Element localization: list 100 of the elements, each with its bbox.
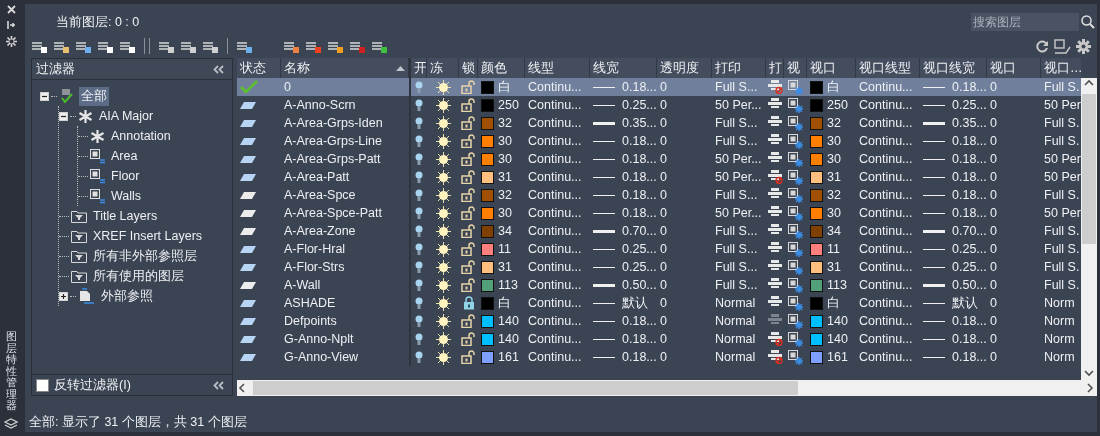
color-swatch[interactable] xyxy=(810,224,823,238)
lightbulb-icon[interactable] xyxy=(415,314,423,328)
layer-row[interactable]: A-Area-Spce 32 Continu... 0.18... 0 Full S... 32 Continu... 0.18... 0 Full S. xyxy=(237,186,1081,204)
filter-tree-item[interactable]: XREF Insert Layers xyxy=(91,228,205,244)
open-lock-icon[interactable] xyxy=(461,188,476,202)
color-swatch[interactable] xyxy=(481,224,494,238)
layer-row[interactable]: G-Anno-Nplt 140 Continu... 0.18... 0 Normal 140 Continu... 0.18... 0 Norm xyxy=(237,330,1081,348)
color-swatch[interactable] xyxy=(810,170,823,184)
open-lock-icon[interactable] xyxy=(461,242,476,256)
open-lock-icon[interactable] xyxy=(461,152,476,166)
viewport-snowflake-icon[interactable] xyxy=(788,151,803,167)
lightbulb-icon[interactable] xyxy=(415,224,423,238)
color-swatch[interactable] xyxy=(810,278,823,292)
horizontal-scrollbar[interactable] xyxy=(237,380,1097,396)
layer-row[interactable]: A-Area-Grps-Patt 30 Continu... 0.18... 0 50 Per... 30 Continu... 0.18... 0 50 Per xyxy=(237,150,1081,168)
viewport-snowflake-icon[interactable] xyxy=(788,133,803,149)
sun-icon[interactable] xyxy=(435,241,451,257)
sun-icon[interactable] xyxy=(435,349,451,365)
open-lock-icon[interactable] xyxy=(461,314,476,328)
filter-tree-item[interactable]: Floor xyxy=(109,168,142,184)
auto-hide-icon[interactable] xyxy=(6,20,16,30)
lightbulb-icon[interactable] xyxy=(415,206,423,220)
expander-icon[interactable] xyxy=(59,291,68,301)
layer-row[interactable]: A-Area-Patt 31 Continu... 0.18... 0 50 Per... 31 Continu... 0.18... 0 50 Per xyxy=(237,168,1081,186)
color-swatch[interactable] xyxy=(481,134,494,148)
color-swatch[interactable] xyxy=(810,116,823,130)
lightbulb-icon[interactable] xyxy=(415,170,423,184)
color-swatch[interactable] xyxy=(481,278,494,292)
color-swatch[interactable] xyxy=(481,98,494,112)
viewport-snowflake-icon[interactable] xyxy=(788,349,803,365)
sun-icon[interactable] xyxy=(435,331,451,347)
open-lock-icon[interactable] xyxy=(461,350,476,364)
collapse-icon[interactable] xyxy=(213,380,224,390)
open-lock-icon[interactable] xyxy=(461,332,476,346)
layer-row[interactable]: Defpoints 140 Continu... 0.18... 0 Normal 140 Continu... 0.18... 0 Norm xyxy=(237,312,1081,330)
no-plot-printer-icon[interactable] xyxy=(767,332,783,346)
filter-tree-item[interactable]: 所有非外部参照层 xyxy=(91,246,199,266)
search-field[interactable]: 搜索图层 xyxy=(971,13,1079,31)
vertical-scrollbar[interactable] xyxy=(1081,78,1097,380)
open-lock-icon[interactable] xyxy=(461,116,476,130)
filter-tree-item[interactable]: AIA Major xyxy=(97,108,156,124)
viewport-snowflake-icon[interactable] xyxy=(788,205,803,221)
color-swatch[interactable] xyxy=(481,188,494,202)
viewport-snowflake-icon[interactable] xyxy=(788,259,803,275)
color-swatch[interactable] xyxy=(810,80,823,94)
color-swatch[interactable] xyxy=(481,116,494,130)
color-swatch[interactable] xyxy=(810,296,823,310)
viewport-snowflake-icon[interactable] xyxy=(788,295,803,311)
display-settings-icon[interactable] xyxy=(1054,38,1071,54)
refresh-icon[interactable] xyxy=(1036,39,1049,53)
lightbulb-icon[interactable] xyxy=(415,134,423,148)
lightbulb-icon[interactable] xyxy=(415,278,423,292)
open-lock-icon[interactable] xyxy=(461,206,476,220)
sun-icon[interactable] xyxy=(435,115,451,131)
lightbulb-icon[interactable] xyxy=(415,350,423,364)
sun-icon[interactable] xyxy=(435,133,451,149)
lightbulb-icon[interactable] xyxy=(415,98,423,112)
color-swatch[interactable] xyxy=(481,80,494,94)
lock-icon[interactable] xyxy=(462,296,475,310)
no-plot-printer-icon[interactable] xyxy=(767,170,783,184)
filter-tree-item[interactable]: 所有使用的图层 xyxy=(91,266,186,286)
color-swatch[interactable] xyxy=(810,134,823,148)
filter-tree-item[interactable]: 全部 xyxy=(79,86,109,106)
lightbulb-icon[interactable] xyxy=(415,116,423,130)
layer-row[interactable]: ASHADE 白 Continu... 默认 0 Normal 白 Continu... 默认 0 Norm xyxy=(237,294,1081,312)
filter-tree-item[interactable]: 外部参照 xyxy=(99,286,155,306)
viewport-snowflake-icon[interactable] xyxy=(788,115,803,131)
color-swatch[interactable] xyxy=(810,314,823,328)
color-swatch[interactable] xyxy=(481,296,494,310)
viewport-snowflake-icon[interactable] xyxy=(788,331,803,347)
open-lock-icon[interactable] xyxy=(461,278,476,292)
collapse-icon[interactable] xyxy=(213,64,224,74)
invert-filter-label[interactable]: 反转过滤器(I) xyxy=(54,376,131,394)
color-swatch[interactable] xyxy=(810,260,823,274)
color-swatch[interactable] xyxy=(810,188,823,202)
color-swatch[interactable] xyxy=(481,242,494,256)
layer-row[interactable]: G-Anno-View 161 Continu... 0.18... 0 Normal 161 Continu... 0.18... 0 Norm xyxy=(237,348,1081,366)
layer-row[interactable]: A-Anno-Scrn 250 Continu... 0.25... 0 50 Per... 250 Continu... 0.25... 0 50 Per xyxy=(237,96,1081,114)
search-icon[interactable] xyxy=(1081,15,1095,29)
color-swatch[interactable] xyxy=(481,332,494,346)
color-swatch[interactable] xyxy=(481,350,494,364)
invert-filter-checkbox[interactable] xyxy=(36,378,49,392)
close-icon[interactable] xyxy=(6,5,16,14)
sun-icon[interactable] xyxy=(435,97,451,113)
color-swatch[interactable] xyxy=(481,170,494,184)
layer-row[interactable]: 0 白 Continu... 0.18... 0 Full S... 白 Continu... 0.18... 0 Full S. xyxy=(237,78,1081,96)
color-swatch[interactable] xyxy=(481,206,494,220)
color-swatch[interactable] xyxy=(481,260,494,274)
filter-tree-item[interactable]: Area xyxy=(109,148,140,164)
color-swatch[interactable] xyxy=(810,242,823,256)
sun-icon[interactable] xyxy=(435,313,451,329)
color-swatch[interactable] xyxy=(810,152,823,166)
layer-row[interactable]: A-Flor-Strs 31 Continu... 0.25... 0 Full S... 31 Continu... 0.25... 0 Full S. xyxy=(237,258,1081,276)
viewport-snowflake-icon[interactable] xyxy=(788,241,803,257)
open-lock-icon[interactable] xyxy=(461,98,476,112)
lightbulb-icon[interactable] xyxy=(415,188,423,202)
layer-row[interactable]: A-Area-Spce-Patt 30 Continu... 0.18... 0 50 Per... 30 Continu... 0.18... 0 50 Per xyxy=(237,204,1081,222)
sun-icon[interactable] xyxy=(435,205,451,221)
color-swatch[interactable] xyxy=(481,314,494,328)
lightbulb-icon[interactable] xyxy=(415,242,423,256)
